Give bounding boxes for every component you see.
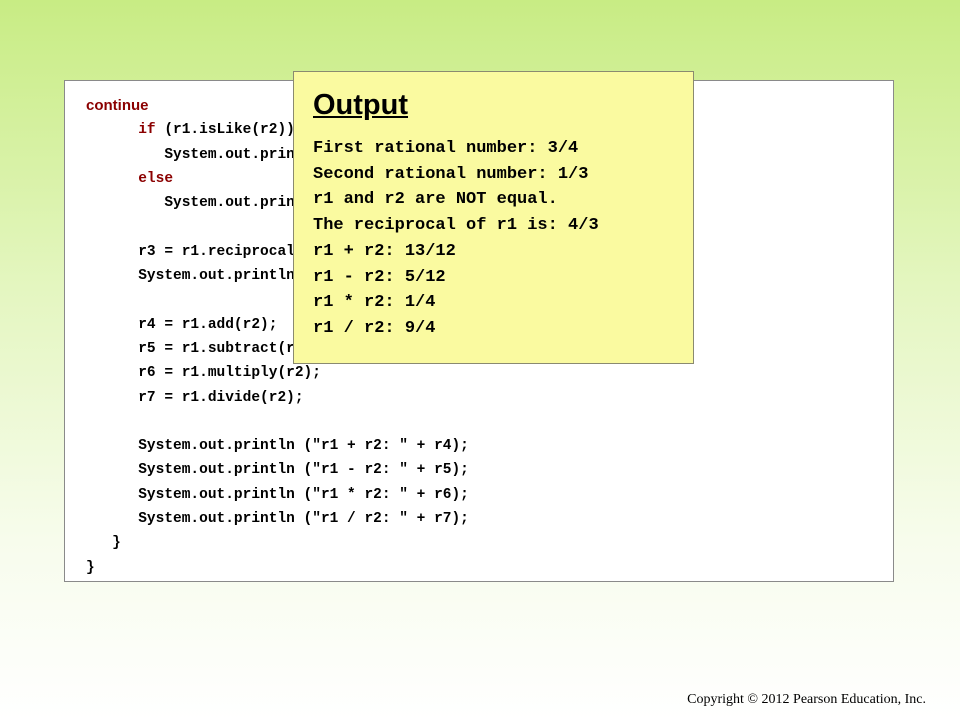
- code-line: }: [112, 535, 121, 552]
- output-line: r1 and r2 are NOT equal.: [313, 190, 558, 210]
- code-line: System.out.println ("r1 / r2: " + r7);: [138, 511, 469, 528]
- output-line: First rational number: 3/4: [313, 139, 579, 158]
- output-line: r1 + r2: 13/12: [313, 241, 456, 261]
- copyright-notice: Copyright © 2012 Pearson Education, Inc.: [687, 692, 926, 707]
- output-panel: Output First rational number: 3/4 Second…: [293, 71, 694, 364]
- code-line: System.out.println ("r1 * r2: " + r6);: [138, 486, 469, 503]
- output-line: The reciprocal of r1 is: 4/3: [313, 216, 599, 236]
- output-line: Second rational number: 1/3: [313, 164, 589, 184]
- code-line: r7 = r1.divide(r2);: [138, 389, 304, 406]
- code-line: }: [86, 559, 95, 576]
- output-line: r1 * r2: 1/4: [313, 293, 436, 313]
- output-title: Output: [313, 89, 409, 121]
- output-line: r1 / r2: 9/4: [313, 318, 436, 338]
- keyword: else: [138, 170, 174, 187]
- code-line: r6 = r1.multiply(r2);: [138, 365, 321, 382]
- code-line: System.out.println ("r1 - r2: " + r5);: [138, 462, 469, 479]
- code-line: System.out.println ("r1 + r2: " + r4);: [138, 438, 469, 455]
- keyword: if: [138, 122, 156, 139]
- output-line: r1 - r2: 5/12: [313, 267, 446, 287]
